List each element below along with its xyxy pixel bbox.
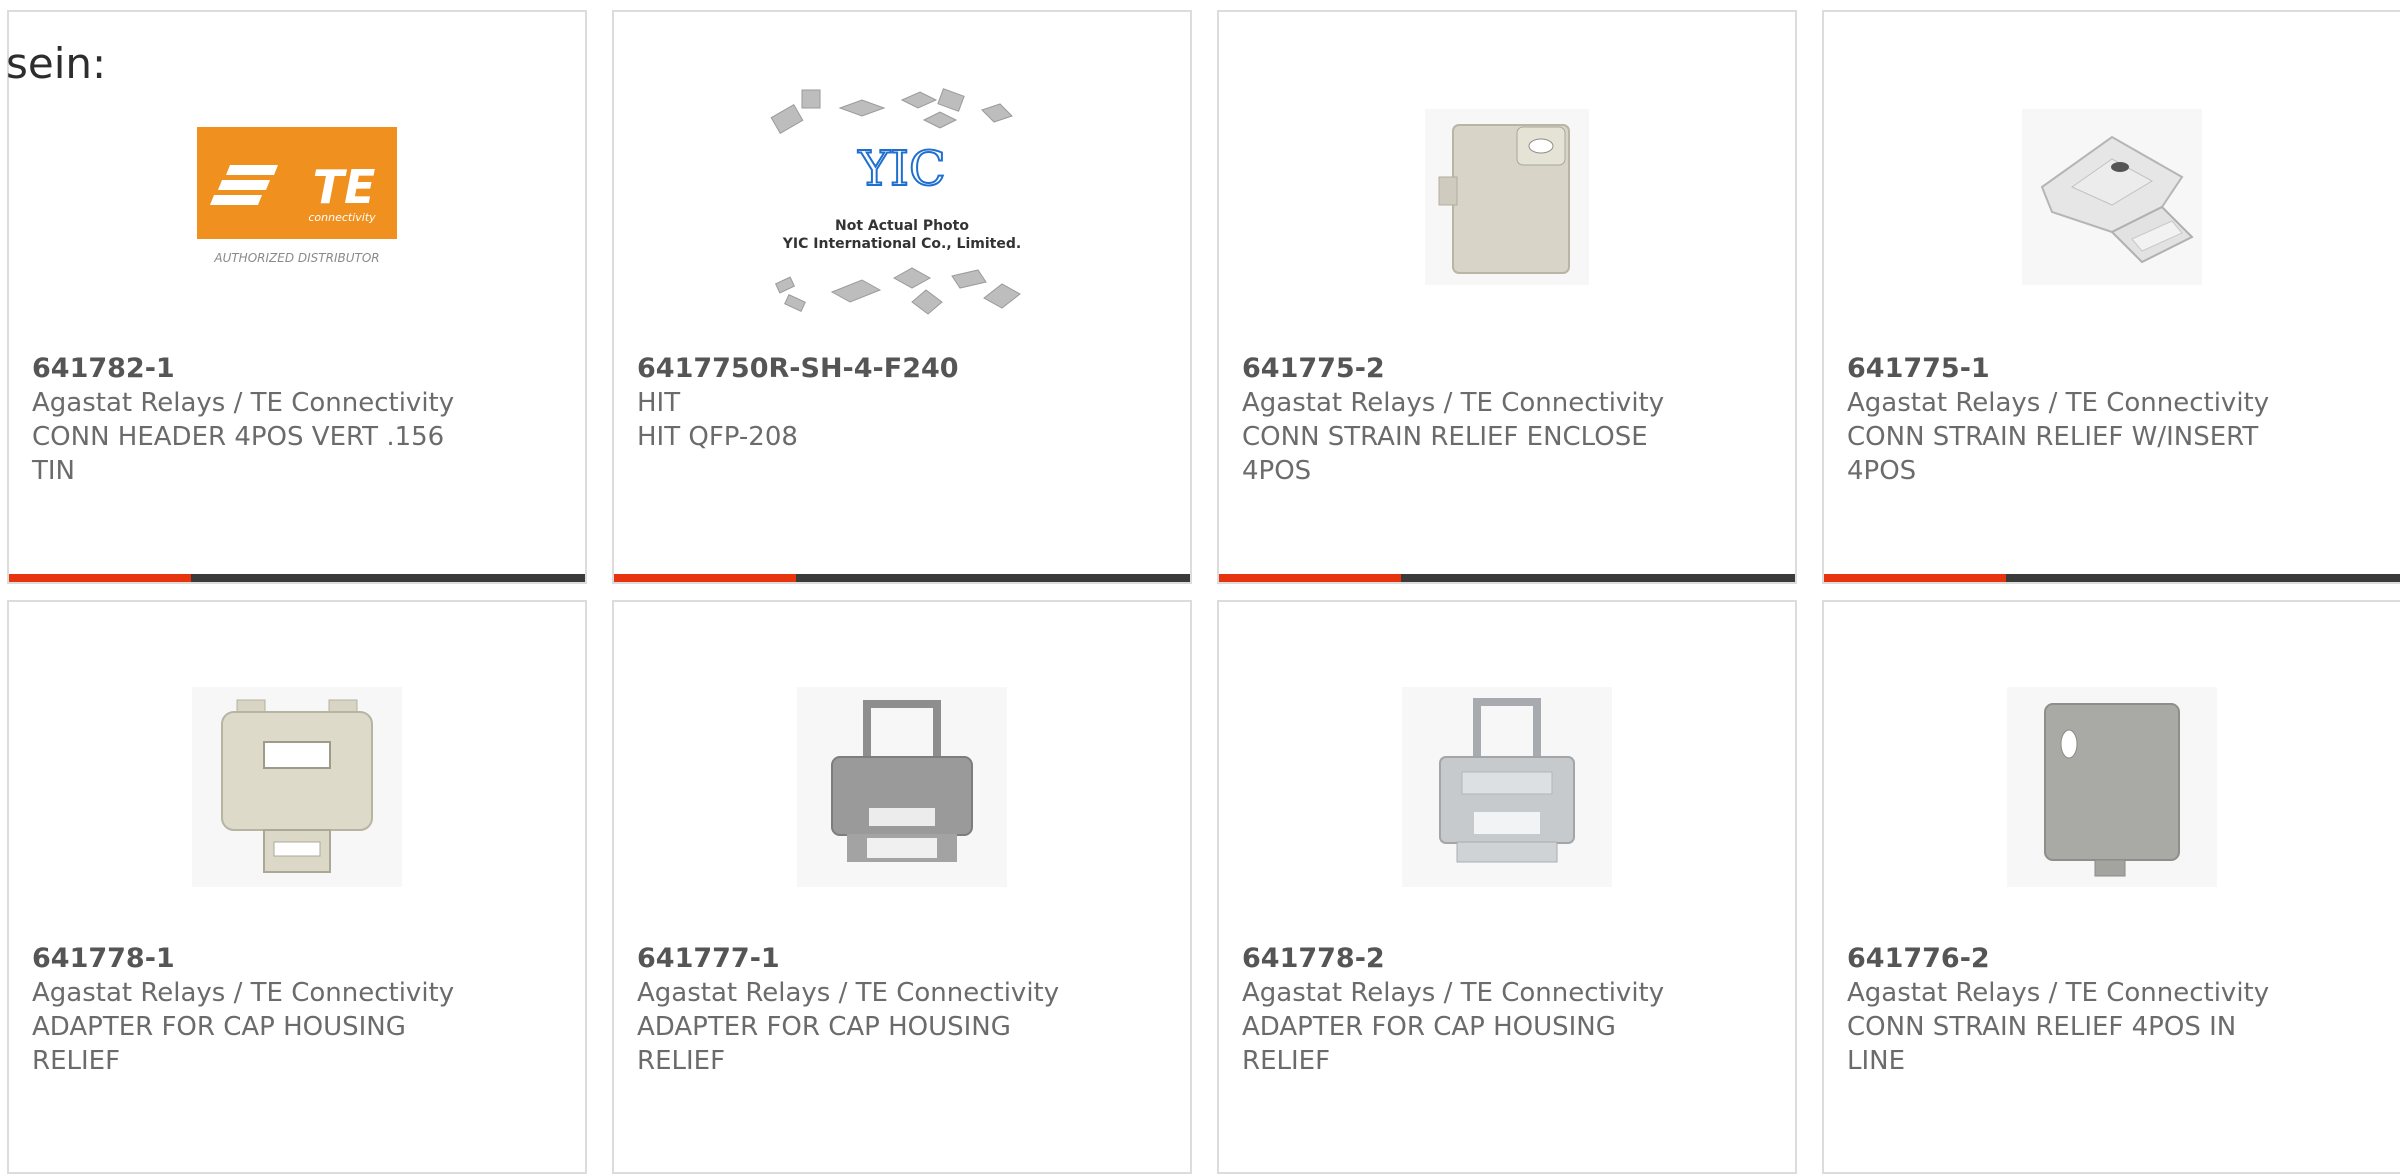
part-number[interactable]: 641776-2 <box>1847 942 2380 976</box>
svg-text:YIC International Co., Limited: YIC International Co., Limited. <box>782 236 1021 252</box>
part-number[interactable]: 641775-1 <box>1847 352 2380 386</box>
product-description: CONN STRAIN RELIEF ENCLOSE 4POS <box>1242 422 1648 486</box>
svg-text:Not Actual Photo: Not Actual Photo <box>835 218 969 234</box>
te-logo-image: TE connectivity AUTHORIZED DISTRIBUTOR <box>9 92 585 302</box>
product-description: ADAPTER FOR CAP HOUSING RELIEF <box>32 1012 406 1076</box>
manufacturer: HIT <box>637 388 681 418</box>
intro-text: sein: <box>6 39 107 88</box>
svg-text:YIC: YIC <box>857 141 945 197</box>
manufacturer: Agastat Relays / TE Connectivity <box>637 978 1060 1008</box>
strain-relief-insert-image <box>1824 92 2400 302</box>
manufacturer: Agastat Relays / TE Connectivity <box>1847 388 2270 418</box>
product-description: ADAPTER FOR CAP HOUSING RELIEF <box>1242 1012 1616 1076</box>
product-card[interactable]: 641778-1 Agastat Relays / TE Connectivit… <box>7 600 587 1174</box>
cap-adapter-light-image <box>1219 682 1795 892</box>
product-grid: TE connectivity AUTHORIZED DISTRIBUTOR 6… <box>7 10 2400 1174</box>
svg-text:TE: TE <box>313 160 376 214</box>
card-accent-bar <box>9 574 585 582</box>
product-description: CONN STRAIN RELIEF 4POS IN LINE <box>1847 1012 2237 1076</box>
card-accent-bar <box>614 574 1190 582</box>
product-card[interactable]: 641777-1 Agastat Relays / TE Connectivit… <box>612 600 1192 1174</box>
part-number[interactable]: 6417750R-SH-4-F240 <box>637 352 1170 386</box>
product-card[interactable]: YIC Not Actual Photo YIC International C… <box>612 10 1192 584</box>
cap-adapter-gray-image <box>614 682 1190 892</box>
product-card[interactable]: 641778-2 Agastat Relays / TE Connectivit… <box>1217 600 1797 1174</box>
manufacturer: Agastat Relays / TE Connectivity <box>1242 978 1665 1008</box>
product-card[interactable]: 641775-1 Agastat Relays / TE Connectivit… <box>1822 10 2400 584</box>
manufacturer: Agastat Relays / TE Connectivity <box>32 978 455 1008</box>
product-description: CONN HEADER 4POS VERT .156 TIN <box>32 422 445 486</box>
strain-relief-inline-image <box>1824 682 2400 892</box>
strain-relief-enclosed-image <box>1219 92 1795 302</box>
part-number[interactable]: 641775-2 <box>1242 352 1775 386</box>
product-card[interactable]: 641775-2 Agastat Relays / TE Connectivit… <box>1217 10 1797 584</box>
card-accent-bar <box>1219 574 1795 582</box>
cap-adapter-beige-image <box>9 682 585 892</box>
part-number[interactable]: 641777-1 <box>637 942 1170 976</box>
manufacturer: Agastat Relays / TE Connectivity <box>1847 978 2270 1008</box>
card-accent-bar <box>1824 574 2400 582</box>
product-card[interactable]: TE connectivity AUTHORIZED DISTRIBUTOR 6… <box>7 10 587 584</box>
manufacturer: Agastat Relays / TE Connectivity <box>1242 388 1665 418</box>
svg-text:AUTHORIZED DISTRIBUTOR: AUTHORIZED DISTRIBUTOR <box>213 251 379 265</box>
part-number[interactable]: 641782-1 <box>32 352 565 386</box>
product-card[interactable]: 641776-2 Agastat Relays / TE Connectivit… <box>1822 600 2400 1174</box>
manufacturer: Agastat Relays / TE Connectivity <box>32 388 455 418</box>
part-number[interactable]: 641778-2 <box>1242 942 1775 976</box>
placeholder-chips-image: YIC Not Actual Photo YIC International C… <box>614 88 1190 315</box>
product-description: ADAPTER FOR CAP HOUSING RELIEF <box>637 1012 1011 1076</box>
product-description: CONN STRAIN RELIEF W/INSERT 4POS <box>1847 422 2259 486</box>
part-number[interactable]: 641778-1 <box>32 942 565 976</box>
svg-text:connectivity: connectivity <box>308 211 376 224</box>
product-description: HIT QFP-208 <box>637 422 798 452</box>
